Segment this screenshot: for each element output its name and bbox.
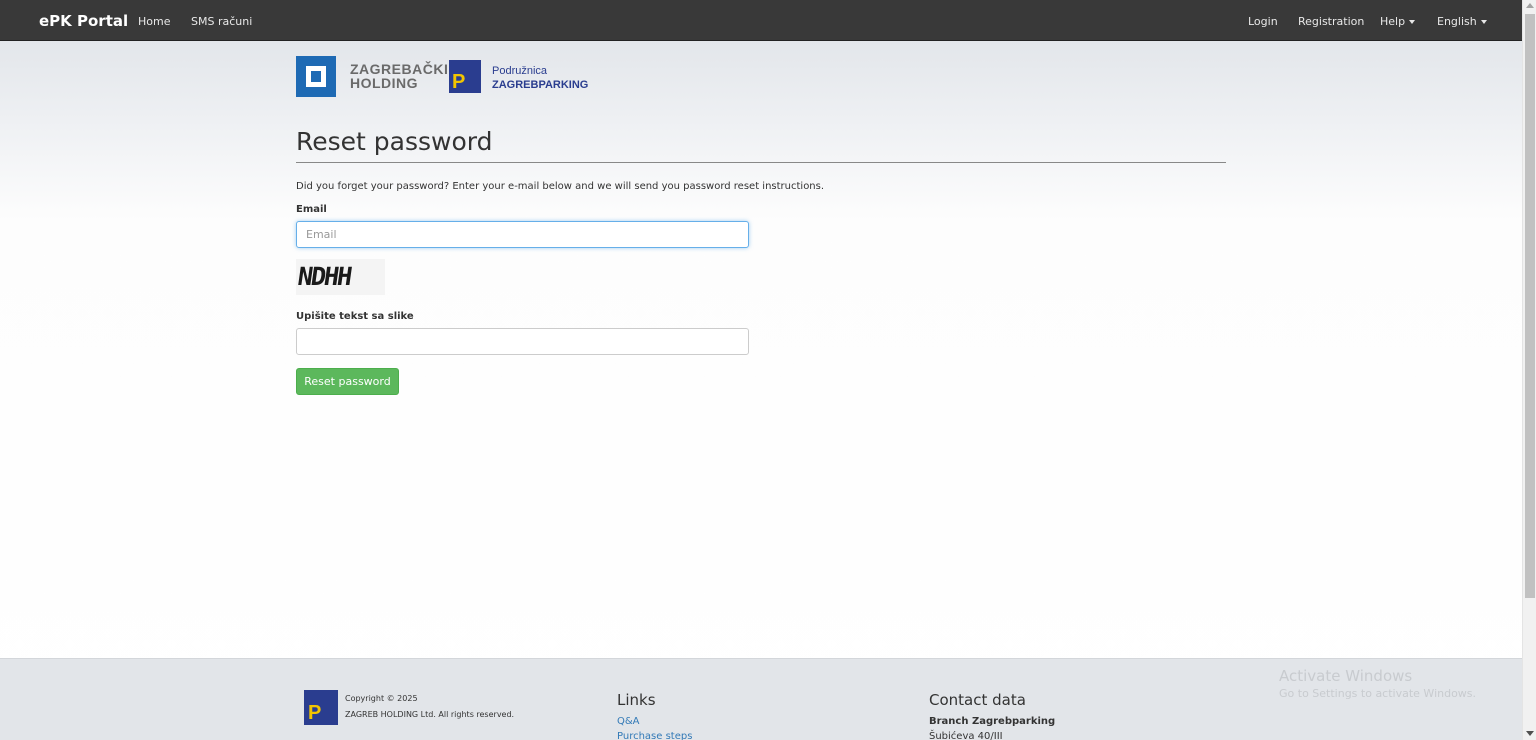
branch-line1: Podružnica <box>492 65 548 77</box>
branch-line2: ZAGREBPARKING <box>492 79 589 91</box>
scroll-thumb[interactable] <box>1525 14 1535 598</box>
brand-link[interactable]: ePK Portal <box>39 12 128 30</box>
vertical-scrollbar[interactable] <box>1522 0 1536 740</box>
footer-zagrebparking-logo-icon: P <box>304 690 338 725</box>
zagrebparking-wordmark: Podružnica ZAGREBPARKING <box>492 64 588 92</box>
footer-link-qa[interactable]: Q&A <box>617 716 640 727</box>
intro-text: Did you forget your password? Enter your… <box>296 181 825 192</box>
nav-registration[interactable]: Registration <box>1298 15 1364 28</box>
copyright-text: Copyright © 2025 ZAGREB HOLDING Ltd. All… <box>345 691 514 723</box>
activate-windows-watermark: Activate Windows Go to Settings to activ… <box>1279 667 1476 700</box>
branch-address: Šubićeva 40/III <box>929 731 1003 740</box>
language-label: English <box>1437 15 1477 28</box>
nav-home[interactable]: Home <box>138 15 170 28</box>
scroll-up-arrow-icon[interactable] <box>1526 3 1534 8</box>
nav-login[interactable]: Login <box>1248 15 1278 28</box>
caret-down-icon <box>1480 20 1487 24</box>
copyright-line1: Copyright © 2025 <box>345 694 418 703</box>
watermark-line2: Go to Settings to activate Windows. <box>1279 687 1477 700</box>
links-heading: Links <box>617 691 656 709</box>
title-divider <box>296 162 1226 163</box>
caret-down-icon <box>1409 20 1416 24</box>
copyright-line2: ZAGREB HOLDING Ltd. All rights reserved. <box>345 710 515 719</box>
email-label: Email <box>296 204 327 215</box>
nav-help-dropdown[interactable]: Help <box>1380 15 1416 28</box>
nav-sms-racuni[interactable]: SMS računi <box>191 15 252 28</box>
branch-name: Branch Zagrebparking <box>929 716 1056 727</box>
holding-line2: HOLDING <box>350 75 419 91</box>
captcha-input[interactable] <box>296 328 749 355</box>
help-label: Help <box>1380 15 1406 28</box>
watermark-line1: Activate Windows <box>1279 667 1413 685</box>
captcha-image: NDHH <box>296 259 385 295</box>
zagrebacki-holding-wordmark: ZAGREBAČKI HOLDING <box>350 62 448 90</box>
footer-link-purchase-steps[interactable]: Purchase steps <box>617 731 692 740</box>
email-input[interactable] <box>296 221 749 248</box>
captcha-text: NDHH <box>296 262 353 291</box>
zagrebacki-holding-logo-icon <box>296 56 336 97</box>
contact-heading: Contact data <box>929 691 1026 709</box>
nav-language-dropdown[interactable]: English <box>1437 15 1487 28</box>
zagrebparking-logo-icon: P <box>449 60 481 93</box>
reset-password-button[interactable]: Reset password <box>296 368 399 395</box>
holding-line1: ZAGREBAČKI <box>350 61 449 77</box>
page-title: Reset password <box>296 127 493 156</box>
top-navbar: ePK Portal Home SMS računi Login Registr… <box>0 0 1522 41</box>
scroll-down-arrow-icon[interactable] <box>1526 731 1534 736</box>
captcha-label: Upišite tekst sa slike <box>296 311 414 322</box>
